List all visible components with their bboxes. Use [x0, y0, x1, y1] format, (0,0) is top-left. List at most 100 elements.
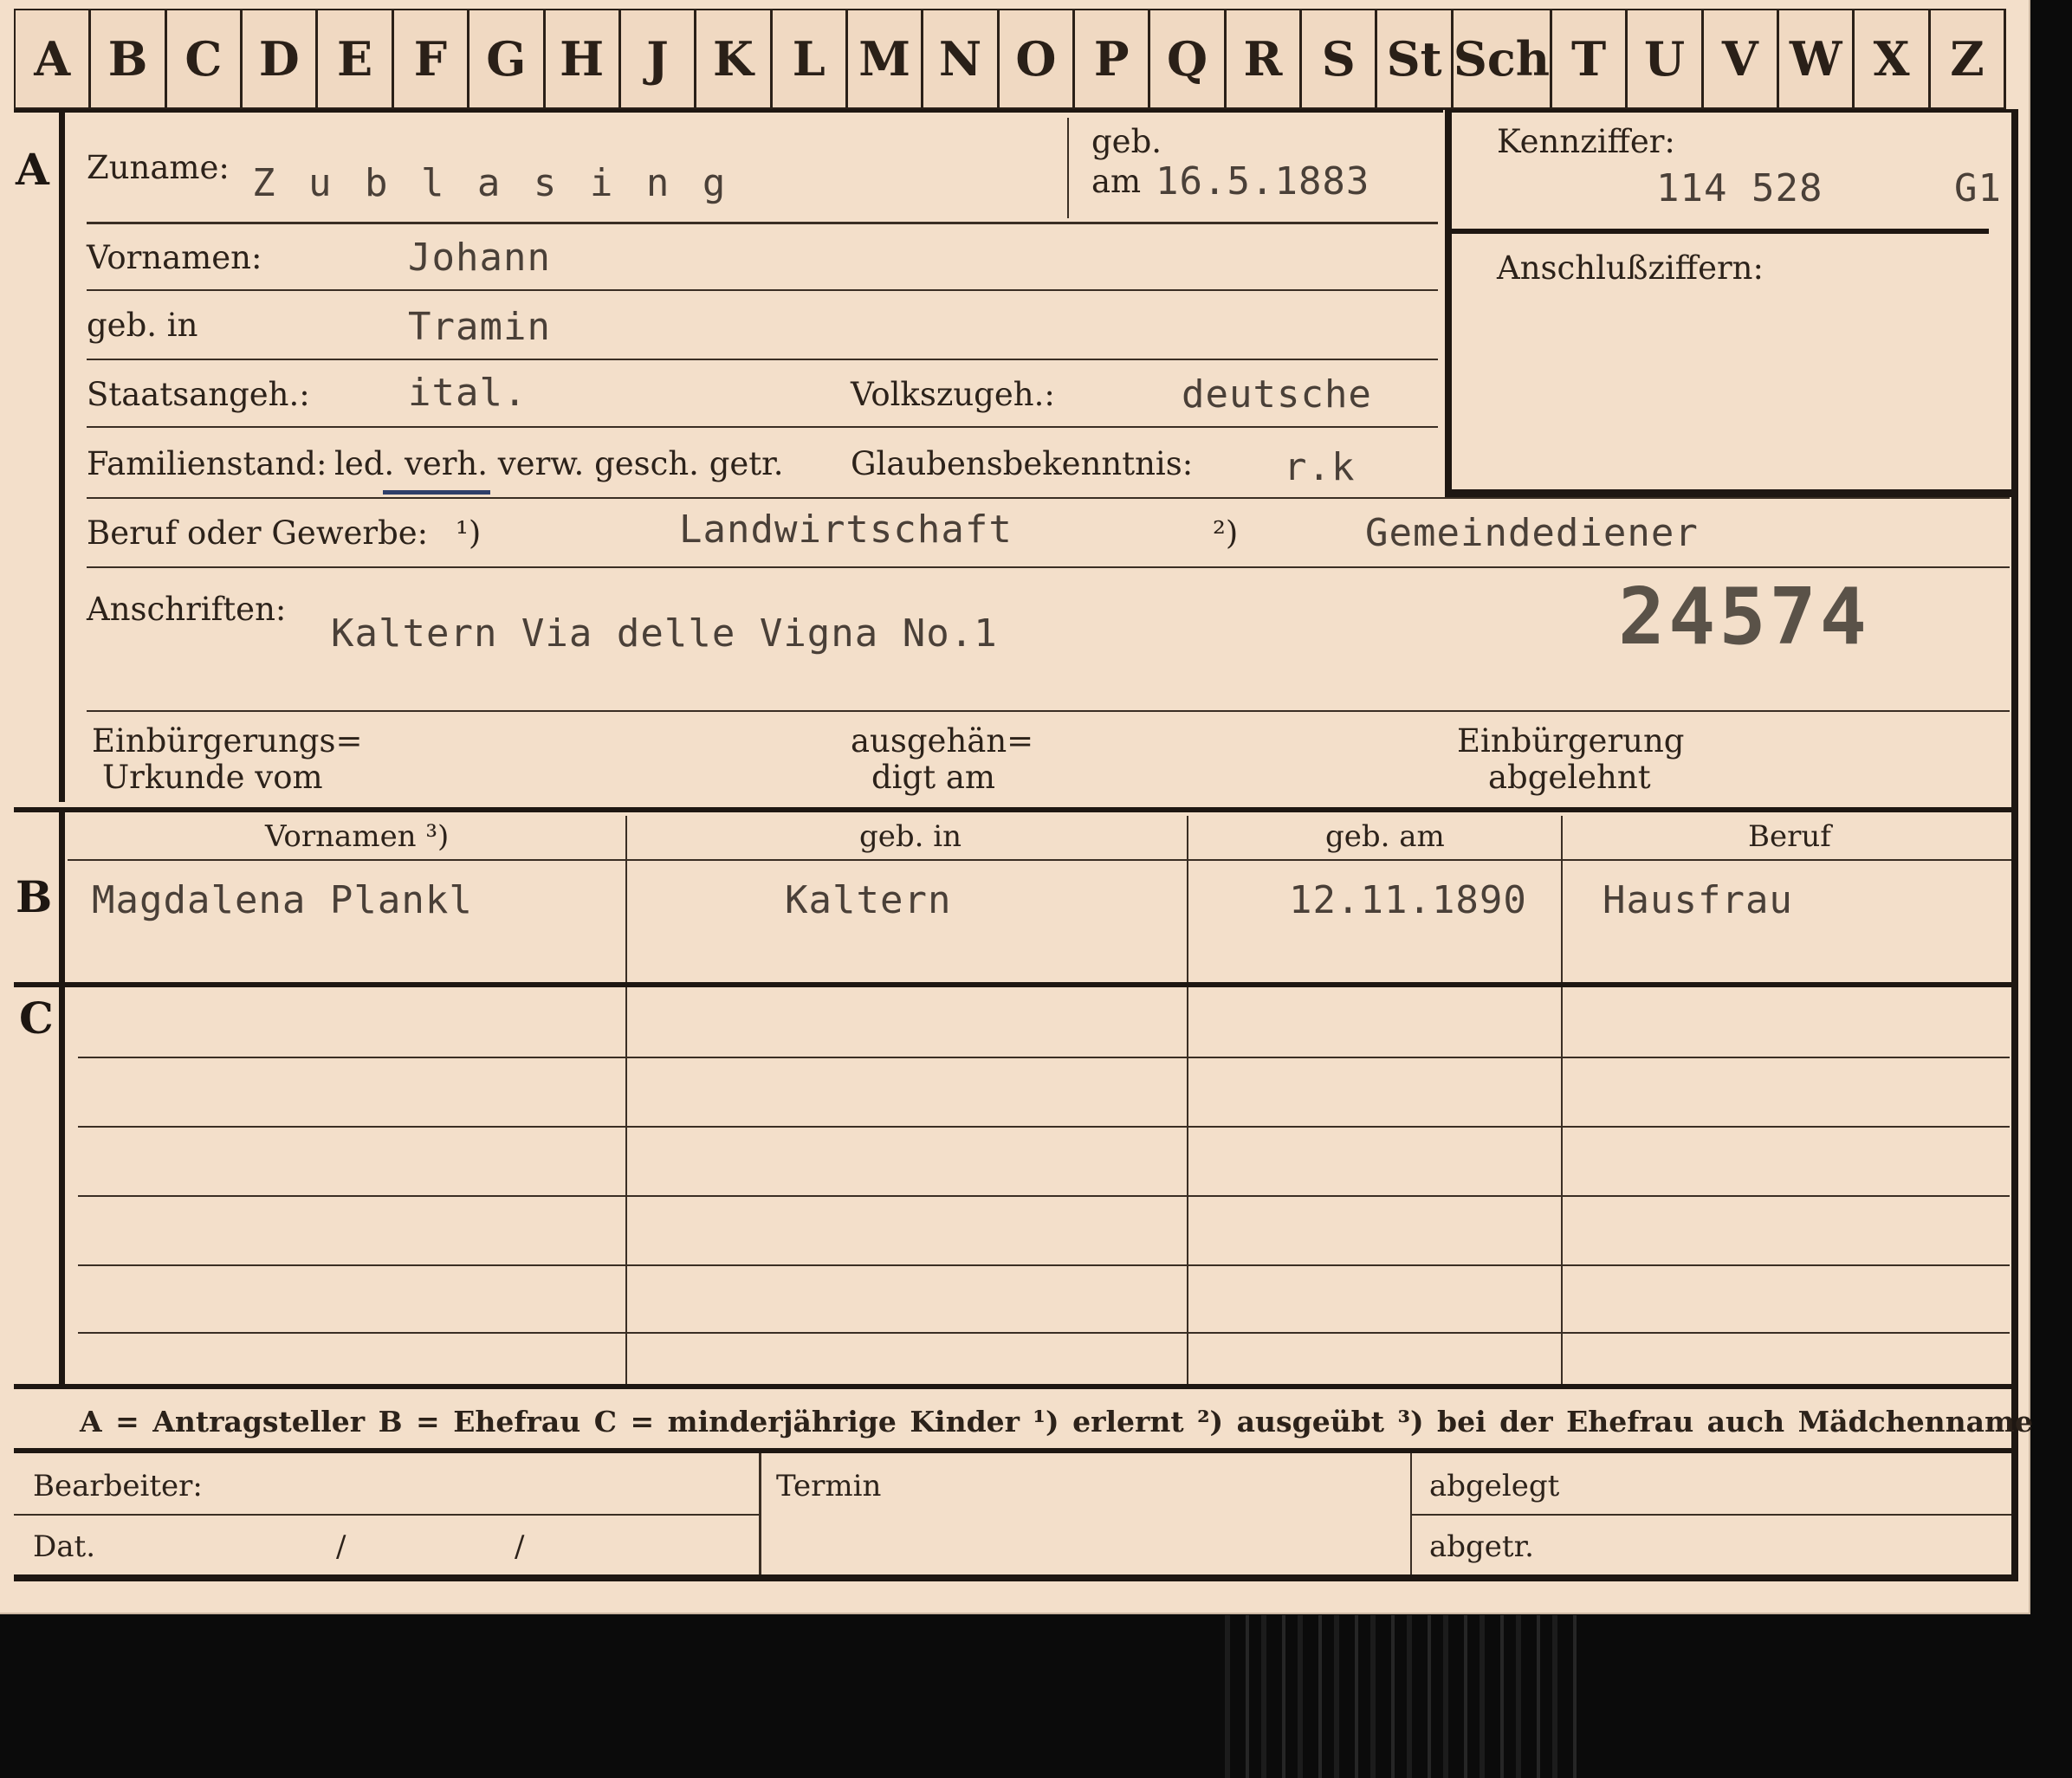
c-col-divider-3	[1561, 996, 1563, 1384]
datum-slash-2: /	[515, 1529, 525, 1564]
ehefrau-geb-am: 12.11.1890	[1289, 878, 1527, 922]
staatsangeh-label: Staatsangeh.:	[87, 376, 310, 413]
card-body: A Zuname: Z u b l a s i n g geb. am 16.5…	[14, 109, 2033, 1581]
volkszugeh-label: Volkszugeh.:	[851, 376, 1055, 413]
index-tab-u: U	[1625, 10, 1700, 107]
glaubens-label: Glaubensbekenntnis:	[851, 445, 1194, 482]
index-tab-b: B	[88, 10, 164, 107]
rule-4	[87, 426, 1438, 428]
volkszugeh-value: deutsche	[1182, 372, 1372, 417]
vornamen-value: Johann	[408, 236, 551, 280]
c-rule-5	[78, 1332, 2010, 1334]
geb-in-value: Tramin	[408, 305, 551, 349]
section-c-left-rule	[59, 987, 65, 1384]
glaubens-value: r.k	[1284, 445, 1356, 489]
abgetr-label: abgetr.	[1429, 1529, 1534, 1564]
section-a-bottom-rule	[14, 807, 2018, 812]
einbuergerung-abgelehnt-label-1: Einbürgerung	[1457, 722, 1685, 760]
index-tab-e: E	[315, 10, 391, 107]
section-c-letter: C	[19, 992, 54, 1044]
verh-underline	[383, 490, 490, 495]
index-tab-l: L	[769, 10, 845, 107]
rule-2	[87, 289, 1438, 291]
geb-divider	[1067, 118, 1069, 218]
index-tab-w: W	[1777, 10, 1852, 107]
ehefrau-beruf: Hausfrau	[1603, 878, 1793, 922]
index-tab-q: Q	[1148, 10, 1223, 107]
datum-slash-1: /	[336, 1529, 346, 1564]
beruf-note-1: ¹)	[456, 514, 482, 552]
familienstand-options: led. verh. verw. gesch. getr.	[334, 445, 784, 482]
bearbeiter-label: Bearbeiter:	[33, 1469, 203, 1503]
beruf-ausgeuebt-value: Gemeindediener	[1365, 511, 1699, 555]
index-tab-a: A	[14, 10, 88, 107]
zuname-label: Zuname:	[87, 149, 230, 186]
section-a-left-rule	[59, 109, 65, 802]
einbuergerung-urkunde-label-2: Urkunde vom	[102, 759, 323, 796]
footer-rule-left	[14, 1514, 759, 1516]
geb-label: geb.	[1091, 123, 1162, 160]
geb-am-value: 16.5.1883	[1156, 159, 1370, 204]
index-tab-o: O	[996, 10, 1072, 107]
c-col-divider-1	[625, 996, 627, 1384]
zuname-value: Z u b l a s i n g	[252, 161, 731, 205]
index-tab-h: H	[542, 10, 618, 107]
anschrift-value: Kaltern Via delle Vigna No.1	[331, 611, 998, 656]
section-c-bottom-rule	[14, 1384, 2018, 1389]
c-rule-4	[78, 1264, 2010, 1266]
abgelegt-label: abgelegt	[1429, 1469, 1560, 1503]
beruf-label: Beruf oder Gewerbe:	[87, 514, 429, 552]
col-header-vornamen: Vornamen ³)	[265, 819, 450, 854]
am-label: am	[1091, 163, 1142, 200]
footer-divider-1	[759, 1453, 761, 1574]
rule-6	[87, 566, 2010, 568]
c-rule-1	[78, 1057, 2010, 1058]
rule-7	[87, 710, 2010, 712]
top-rule	[14, 109, 1443, 113]
ehefrau-geb-in: Kaltern	[785, 878, 952, 922]
index-tab-s: S	[1299, 10, 1375, 107]
index-tab-v: V	[1700, 10, 1777, 107]
index-tab-x: X	[1852, 10, 1927, 107]
col-header-geb-in: geb. in	[859, 819, 962, 854]
einbuergerung-abgelehnt-label-2: abgelehnt	[1488, 759, 1651, 796]
geb-in-label: geb. in	[87, 307, 198, 344]
index-tab-p: P	[1072, 10, 1148, 107]
alphabet-index-tabs: A B C D E F G H J K L M N O P Q R S St Sch T U V W X Z	[14, 9, 2007, 110]
legend-text: A = Antragsteller B = Ehefrau C = minder…	[80, 1405, 2033, 1439]
kennziffer-suffix: G1	[1954, 166, 2002, 210]
termin-label: Termin	[776, 1469, 882, 1503]
legend-bottom-rule	[14, 1448, 2018, 1453]
anschriften-label: Anschriften:	[87, 591, 287, 628]
footer-rule-right	[1410, 1514, 2011, 1516]
kennziffer-label: Kennziffer:	[1497, 123, 1675, 160]
kennziffer-value: 114 528	[1656, 166, 1823, 210]
index-tab-d: D	[240, 10, 315, 107]
c-rule-3	[78, 1195, 2010, 1197]
rule-1	[87, 222, 1438, 224]
anschlussziffern-label: Anschlußziffern:	[1497, 249, 1764, 287]
kennziffer-box: Kennziffer: 114 528 G1 Anschlußziffern:	[1445, 109, 2015, 497]
beruf-note-2: ²)	[1213, 514, 1239, 552]
c-rule-2	[78, 1126, 2010, 1128]
staatsangeh-value: ital.	[408, 371, 528, 415]
section-b-letter: B	[16, 871, 53, 922]
index-tab-f: F	[391, 10, 467, 107]
vornamen-label: Vornamen:	[87, 239, 262, 276]
section-a-letter: A	[16, 144, 49, 195]
index-tab-j: J	[618, 10, 694, 107]
rule-3	[87, 359, 1438, 360]
datum-label: Dat.	[33, 1529, 96, 1564]
index-tab-r: R	[1223, 10, 1299, 107]
col-header-beruf: Beruf	[1748, 819, 1831, 854]
stamped-number: 24574	[1618, 572, 1870, 663]
index-tab-k: K	[694, 10, 769, 107]
beruf-erlernt-value: Landwirtschaft	[679, 508, 1013, 552]
familienstand-label: Familienstand:	[87, 445, 327, 482]
index-tab-c: C	[164, 10, 240, 107]
footer-bottom-rule	[14, 1574, 2018, 1581]
index-tab-n: N	[921, 10, 996, 107]
index-tab-m: M	[845, 10, 921, 107]
index-tab-z: Z	[1927, 10, 2007, 107]
col-header-rule	[68, 859, 2011, 861]
